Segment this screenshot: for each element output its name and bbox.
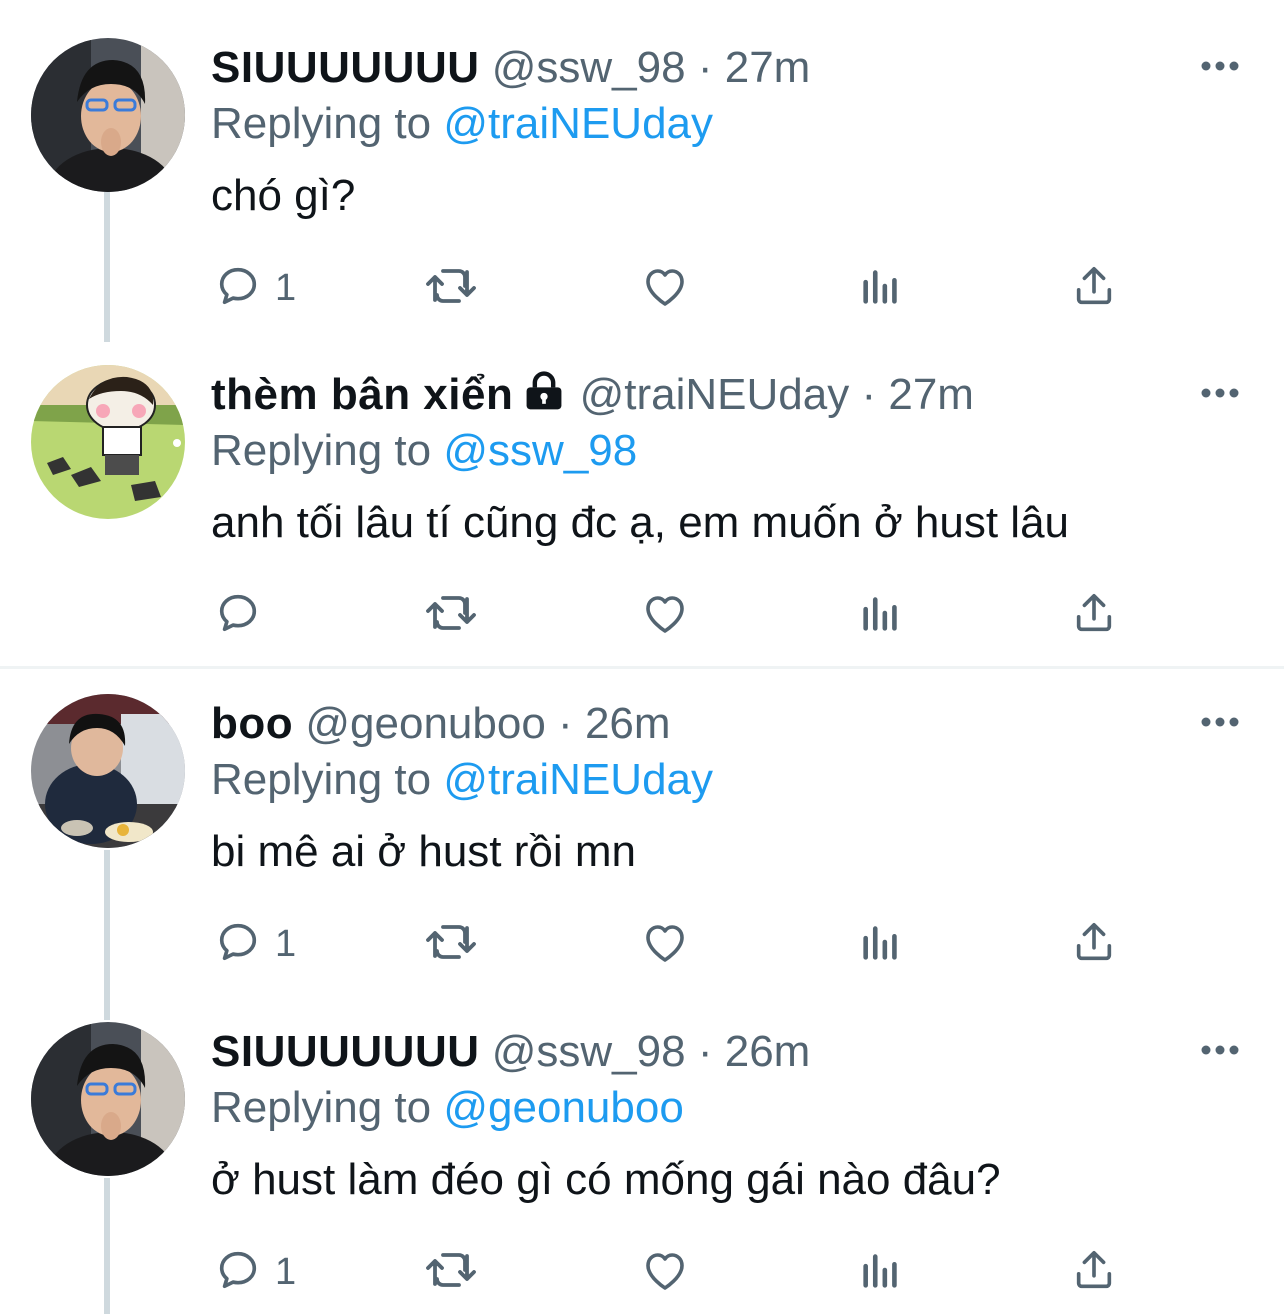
tweet[interactable]: SIUUUUUUU @ssw_98 · 27m Replying to @tra…	[0, 38, 1284, 338]
reply-icon	[215, 590, 261, 641]
tweet-header: SIUUUUUUU @ssw_98 · 27m	[211, 42, 810, 94]
mention-link[interactable]: @geonuboo	[443, 1083, 683, 1132]
like-button[interactable]	[641, 591, 689, 639]
views-icon	[859, 263, 903, 314]
retweet-button[interactable]	[425, 1248, 477, 1296]
views-button[interactable]	[859, 591, 903, 639]
user-handle[interactable]: @geonuboo	[305, 699, 545, 748]
retweet-icon	[425, 590, 477, 641]
share-icon	[1071, 919, 1117, 970]
views-button[interactable]	[859, 264, 903, 312]
reply-button[interactable]	[215, 591, 275, 639]
action-bar	[211, 591, 1131, 641]
views-icon	[859, 590, 903, 641]
replying-label: Replying to	[211, 755, 432, 804]
heart-icon	[641, 919, 689, 970]
share-icon	[1071, 263, 1117, 314]
heart-icon	[641, 590, 689, 641]
reply-button[interactable]: 1	[215, 920, 296, 968]
tweet[interactable]: thèm bân xiển @traiNEUday · 27m Replying…	[0, 365, 1284, 665]
display-name[interactable]: thèm bân xiển	[211, 370, 513, 419]
timestamp[interactable]: 27m	[725, 43, 811, 92]
reply-count: 1	[275, 266, 297, 309]
replying-to: Replying to @geonuboo	[211, 1082, 684, 1134]
retweet-icon	[425, 263, 477, 314]
timestamp[interactable]: 26m	[585, 699, 671, 748]
user-handle[interactable]: @traiNEUday	[580, 370, 850, 419]
reply-icon	[215, 1247, 261, 1298]
share-button[interactable]	[1071, 920, 1117, 968]
more-icon[interactable]	[1200, 58, 1240, 74]
views-icon	[859, 1247, 903, 1298]
action-bar: 1	[211, 264, 1131, 314]
tweet[interactable]: boo @geonuboo · 26m Replying to @traiNEU…	[0, 694, 1284, 994]
tweet[interactable]: SIUUUUUUU @ssw_98 · 26m Replying to @geo…	[0, 1022, 1284, 1314]
separator-dot: ·	[861, 370, 877, 419]
avatar[interactable]	[31, 38, 185, 192]
reply-count: 1	[275, 922, 297, 965]
replying-label: Replying to	[211, 99, 432, 148]
reply-button[interactable]: 1	[215, 264, 296, 312]
tweet-header: thèm bân xiển @traiNEUday · 27m	[211, 369, 974, 425]
avatar[interactable]	[31, 1022, 185, 1176]
retweet-button[interactable]	[425, 920, 477, 968]
separator-dot: ·	[697, 1027, 713, 1076]
heart-icon	[641, 263, 689, 314]
tweet-header: SIUUUUUUU @ssw_98 · 26m	[211, 1026, 810, 1078]
tweet-text: anh tối lâu tí cũng đc ạ, em muốn ở hust…	[211, 498, 1070, 547]
like-button[interactable]	[641, 920, 689, 968]
share-button[interactable]	[1071, 591, 1117, 639]
action-bar: 1	[211, 1248, 1131, 1298]
divider	[0, 666, 1284, 669]
mention-link[interactable]: @traiNEUday	[443, 99, 713, 148]
reply-button[interactable]: 1	[215, 1248, 296, 1296]
tweet-text: bi mê ai ở hust rồi mn	[211, 827, 637, 876]
replying-to: Replying to @traiNEUday	[211, 754, 713, 806]
share-icon	[1071, 1247, 1117, 1298]
reply-icon	[215, 263, 261, 314]
reply-count: 1	[275, 1250, 297, 1293]
display-name[interactable]: boo	[211, 699, 293, 748]
views-icon	[859, 919, 903, 970]
tweet-header: boo @geonuboo · 26m	[211, 698, 671, 750]
like-button[interactable]	[641, 1248, 689, 1296]
share-icon	[1071, 590, 1117, 641]
share-button[interactable]	[1071, 264, 1117, 312]
reply-icon	[215, 919, 261, 970]
display-name[interactable]: SIUUUUUUU	[211, 43, 480, 92]
replying-label: Replying to	[211, 1083, 432, 1132]
avatar[interactable]	[31, 365, 185, 519]
views-button[interactable]	[859, 920, 903, 968]
retweet-button[interactable]	[425, 264, 477, 312]
retweet-icon	[425, 1247, 477, 1298]
timestamp[interactable]: 27m	[888, 370, 974, 419]
replying-label: Replying to	[211, 426, 432, 475]
more-icon[interactable]	[1200, 714, 1240, 730]
retweet-button[interactable]	[425, 591, 477, 639]
more-icon[interactable]	[1200, 1042, 1240, 1058]
timestamp[interactable]: 26m	[725, 1027, 811, 1076]
heart-icon	[641, 1247, 689, 1298]
separator-dot: ·	[697, 43, 713, 92]
replying-to: Replying to @ssw_98	[211, 425, 637, 477]
retweet-icon	[425, 919, 477, 970]
like-button[interactable]	[641, 264, 689, 312]
avatar[interactable]	[31, 694, 185, 848]
tweet-text: chó gì?	[211, 171, 356, 220]
views-button[interactable]	[859, 1248, 903, 1296]
more-icon[interactable]	[1200, 385, 1240, 401]
display-name[interactable]: SIUUUUUUU	[211, 1027, 480, 1076]
mention-link[interactable]: @ssw_98	[443, 426, 637, 475]
user-handle[interactable]: @ssw_98	[492, 1027, 686, 1076]
action-bar: 1	[211, 920, 1131, 970]
replying-to: Replying to @traiNEUday	[211, 98, 713, 150]
lock-icon	[521, 369, 567, 425]
tweet-text: ở hust làm đéo gì có mống gái nào đâu?	[211, 1155, 1001, 1204]
user-handle[interactable]: @ssw_98	[492, 43, 686, 92]
separator-dot: ·	[558, 699, 573, 748]
share-button[interactable]	[1071, 1248, 1117, 1296]
mention-link[interactable]: @traiNEUday	[443, 755, 713, 804]
